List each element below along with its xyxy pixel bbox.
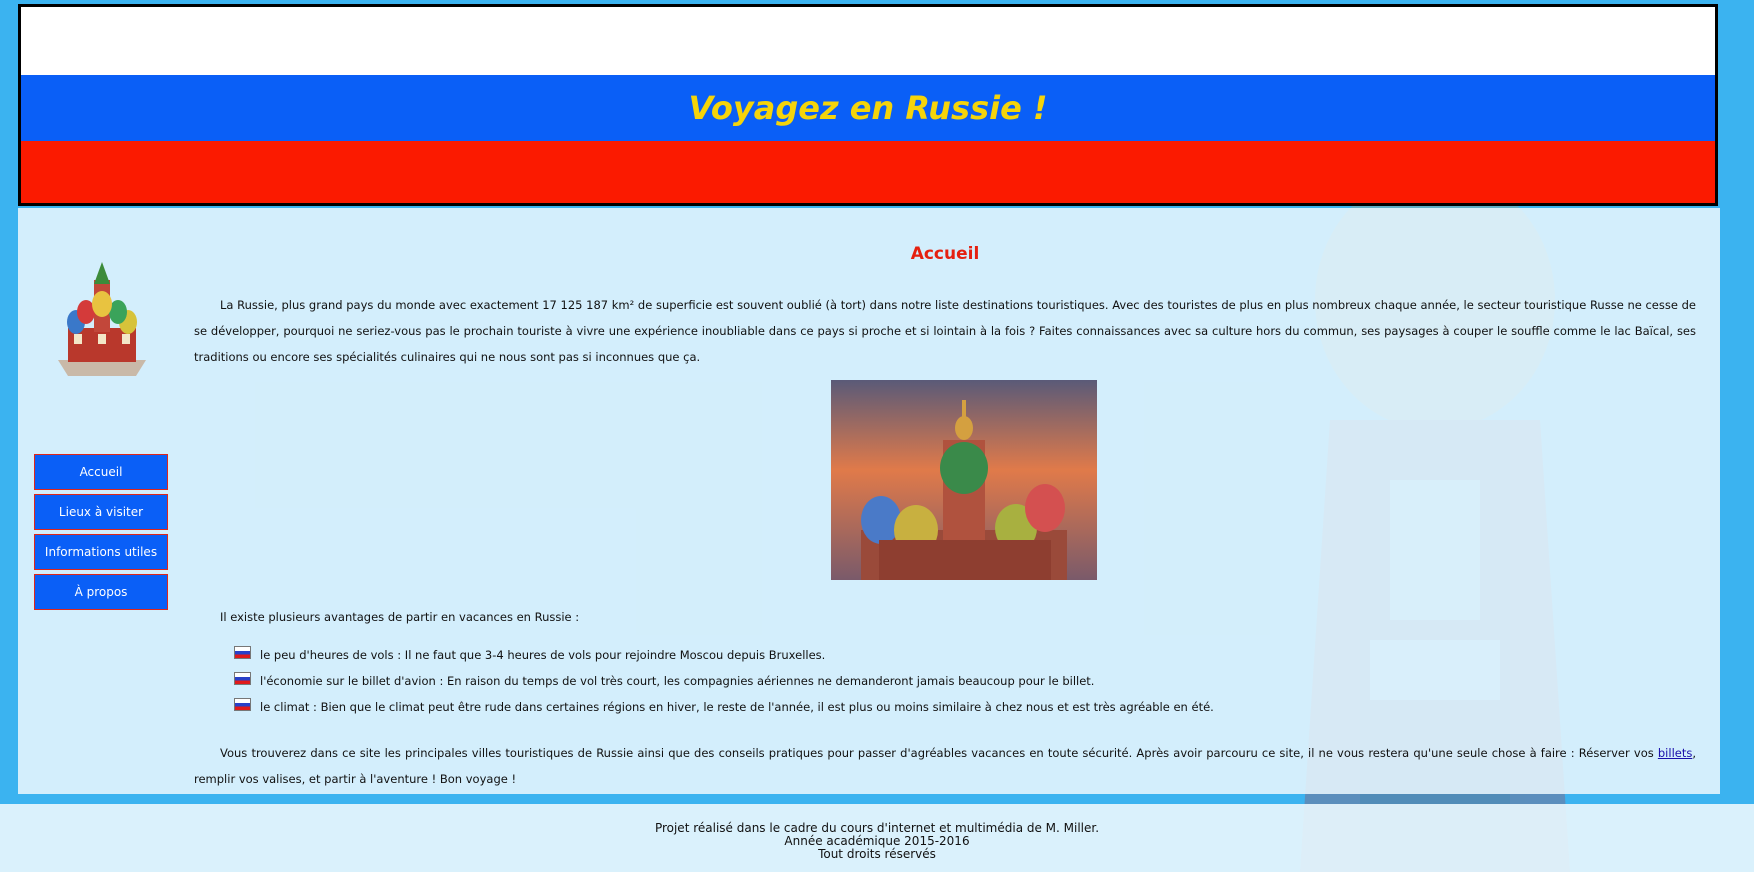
list-item: le climat : Bien que le climat peut être…: [234, 694, 1214, 720]
flag-stripe-red: [21, 141, 1715, 203]
header-banner: Voyagez en Russie !: [18, 4, 1718, 206]
footer-line-3: Tout droits réservés: [818, 847, 936, 861]
list-item: l'économie sur le billet d'avion : En ra…: [234, 668, 1214, 694]
russian-flag-icon: [234, 671, 251, 685]
intro-paragraph: La Russie, plus grand pays du monde avec…: [194, 298, 1696, 364]
advantage-text: le climat : Bien que le climat peut être…: [260, 700, 1214, 714]
outro-text-before: Vous trouverez dans ce site les principa…: [220, 746, 1658, 760]
outro-paragraph: Vous trouverez dans ce site les principa…: [194, 740, 1696, 792]
main-nav: Accueil Lieux à visiter Informations uti…: [34, 454, 168, 614]
flag-stripe-white: [21, 7, 1715, 75]
advantage-text: le peu d'heures de vols : Il ne faut que…: [260, 648, 826, 662]
russian-flag-icon: [234, 697, 251, 711]
nav-a-propos[interactable]: À propos: [34, 574, 168, 610]
site-title: Voyagez en Russie !: [688, 89, 1048, 127]
saint-basil-cathedral-photo: [831, 380, 1097, 580]
billets-link[interactable]: billets: [1658, 746, 1692, 760]
nav-informations-utiles[interactable]: Informations utiles: [34, 534, 168, 570]
page-heading: Accueil: [910, 244, 980, 264]
footer: Projet réalisé dans le cadre du cours d'…: [0, 804, 1754, 872]
russian-flag-icon: [234, 645, 251, 659]
list-item: le peu d'heures de vols : Il ne faut que…: [234, 642, 1214, 668]
page: Voyagez en Russie ! Accueil Lieux à visi…: [18, 0, 1720, 794]
advantages-intro: Il existe plusieurs avantages de partir …: [220, 610, 580, 624]
content-area: Accueil Lieux à visiter Informations uti…: [18, 208, 1720, 794]
advantage-text: l'économie sur le billet d'avion : En ra…: [260, 674, 1095, 688]
cathedral-logo-icon: [58, 262, 146, 376]
advantages-list: le peu d'heures de vols : Il ne faut que…: [234, 642, 1214, 720]
nav-lieux-a-visiter[interactable]: Lieux à visiter: [34, 494, 168, 530]
nav-accueil[interactable]: Accueil: [34, 454, 168, 490]
